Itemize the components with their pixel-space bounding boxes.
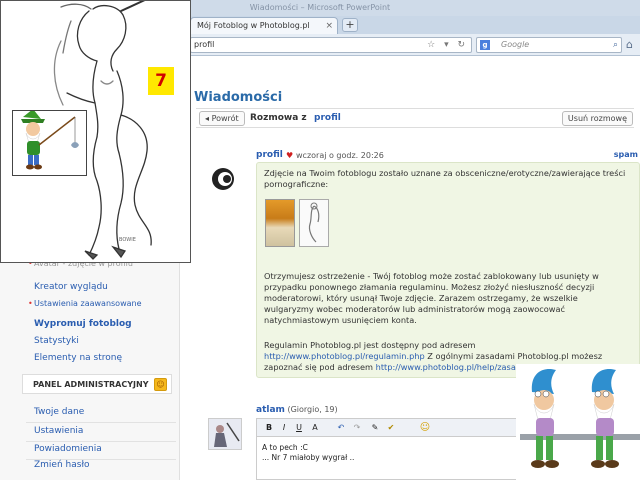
sidebar-item-kreator[interactable]: Kreator wyglądu [34, 282, 108, 292]
admin-panel-header: PANEL ADMINISTRACYJNY ☺ [22, 374, 172, 394]
window-title: Wiadomości – Microsoft PowerPoint [249, 3, 391, 12]
admin-panel-icon: ☺ [154, 378, 167, 391]
dwarf-fishing-drawing [21, 109, 79, 170]
removed-photo-thumbnail[interactable] [299, 199, 329, 247]
home-icon[interactable]: ⌂ [626, 38, 633, 51]
eraser-icon[interactable]: ✎ [369, 422, 381, 434]
conversation-toolbar: ◂ Powrót Rozmowa z profil Usuń rozmowę [196, 108, 634, 128]
heart-icon: ♥ [286, 151, 294, 160]
sidebar-item-promote[interactable]: Wypromuj fotoblog [34, 319, 132, 329]
conversation-user-link[interactable]: profil [314, 113, 341, 123]
sidebar-item-your-data[interactable]: Twoje dane [34, 407, 84, 417]
photoblog-logo-icon [212, 168, 234, 190]
reply-author-link[interactable]: atlam [256, 405, 285, 415]
redo-icon[interactable]: ↷ [351, 422, 363, 434]
reply-text-line: ... Nr 7 miałoby wygrał .. [262, 453, 355, 462]
avatar-image [209, 419, 241, 449]
reply-header: atlam (Giorgio, 19) [256, 405, 338, 415]
message-author-link[interactable]: profil [256, 150, 283, 160]
message-paragraph: Otrzymujesz ostrzeżenie - Twój fotoblog … [264, 271, 599, 325]
italic-button[interactable]: I [278, 422, 290, 434]
sketch-thumbnail-icon [308, 202, 320, 243]
admin-panel-title: PANEL ADMINISTRACYJNY [33, 380, 149, 389]
search-placeholder: Google [501, 40, 530, 49]
text-color-button[interactable]: A [309, 422, 321, 434]
url-text: profil [194, 40, 215, 49]
search-icon[interactable]: ⌕ [613, 38, 618, 52]
page-title: Wiadomości [194, 90, 283, 105]
search-input[interactable]: g Google ⌕ [476, 37, 622, 53]
underline-button[interactable]: U [293, 422, 305, 434]
new-tab-button[interactable]: + [342, 18, 358, 32]
removed-photo-thumbnail[interactable] [265, 199, 295, 247]
close-tab-icon[interactable]: × [325, 18, 333, 34]
undo-icon[interactable]: ↶ [335, 422, 347, 434]
delete-conversation-button[interactable]: Usuń rozmowę [561, 111, 633, 126]
svg-text:BOWIE: BOWIE [119, 237, 136, 243]
rules-text: Regulamin Photoblog.pl jest dostępny pod… [264, 340, 476, 350]
conversation-label: Rozmowa z [250, 113, 307, 123]
address-bar[interactable]: profil ☆ ▾ ↻ [190, 37, 472, 53]
unicorn-sketch-image: BOWIE 7 [0, 0, 191, 263]
avatar[interactable] [208, 418, 242, 450]
bold-button[interactable]: B [263, 422, 275, 434]
message-paragraph: Zdjęcie na Twoim fotoblogu zostało uznan… [264, 168, 626, 189]
sidebar-item-stats[interactable]: Statystyki [34, 336, 79, 346]
browser-tab[interactable]: Mój Fotoblog w Photoblog.pl × [190, 17, 338, 34]
dwarf-fishing-image [12, 109, 87, 176]
back-button[interactable]: ◂ Powrót [199, 111, 245, 126]
dwarfs-drawing [520, 368, 640, 468]
sidebar-item-change-password[interactable]: Zmień hasło [34, 460, 90, 470]
spellcheck-icon[interactable]: ✔ [385, 422, 397, 434]
message-time: wczoraj o godz. 20:26 [296, 151, 384, 160]
sidebar-item-notifications[interactable]: Powiadomienia [34, 444, 102, 454]
bookmark-star-icon[interactable]: ☆ ▾ ↻ [427, 38, 468, 52]
message-body: Zdjęcie na Twoim fotoblogu zostało uznan… [256, 162, 640, 378]
reply-author-info: (Giorgio, 19) [287, 405, 338, 414]
divider [26, 441, 176, 442]
divider [26, 422, 176, 423]
rules-link[interactable]: http://www.photoblog.pl/regulamin.php [264, 351, 425, 361]
dwarfs-image [516, 364, 640, 480]
sidebar-item-elements[interactable]: Elementy na stronę [34, 353, 122, 363]
google-icon[interactable]: g [480, 40, 490, 50]
tab-title: Mój Fotoblog w Photoblog.pl [197, 21, 310, 30]
back-button-label: Powrót [211, 114, 239, 123]
spam-link[interactable]: spam [614, 150, 638, 159]
smiley-icon[interactable]: ☺ [419, 422, 431, 434]
number-badge: 7 [148, 67, 174, 95]
sidebar-item-advanced[interactable]: Ustawienia zaawansowane [28, 299, 141, 308]
reply-text-line: A to pech :C [262, 443, 308, 452]
sidebar-item-settings[interactable]: Ustawienia [34, 426, 83, 436]
